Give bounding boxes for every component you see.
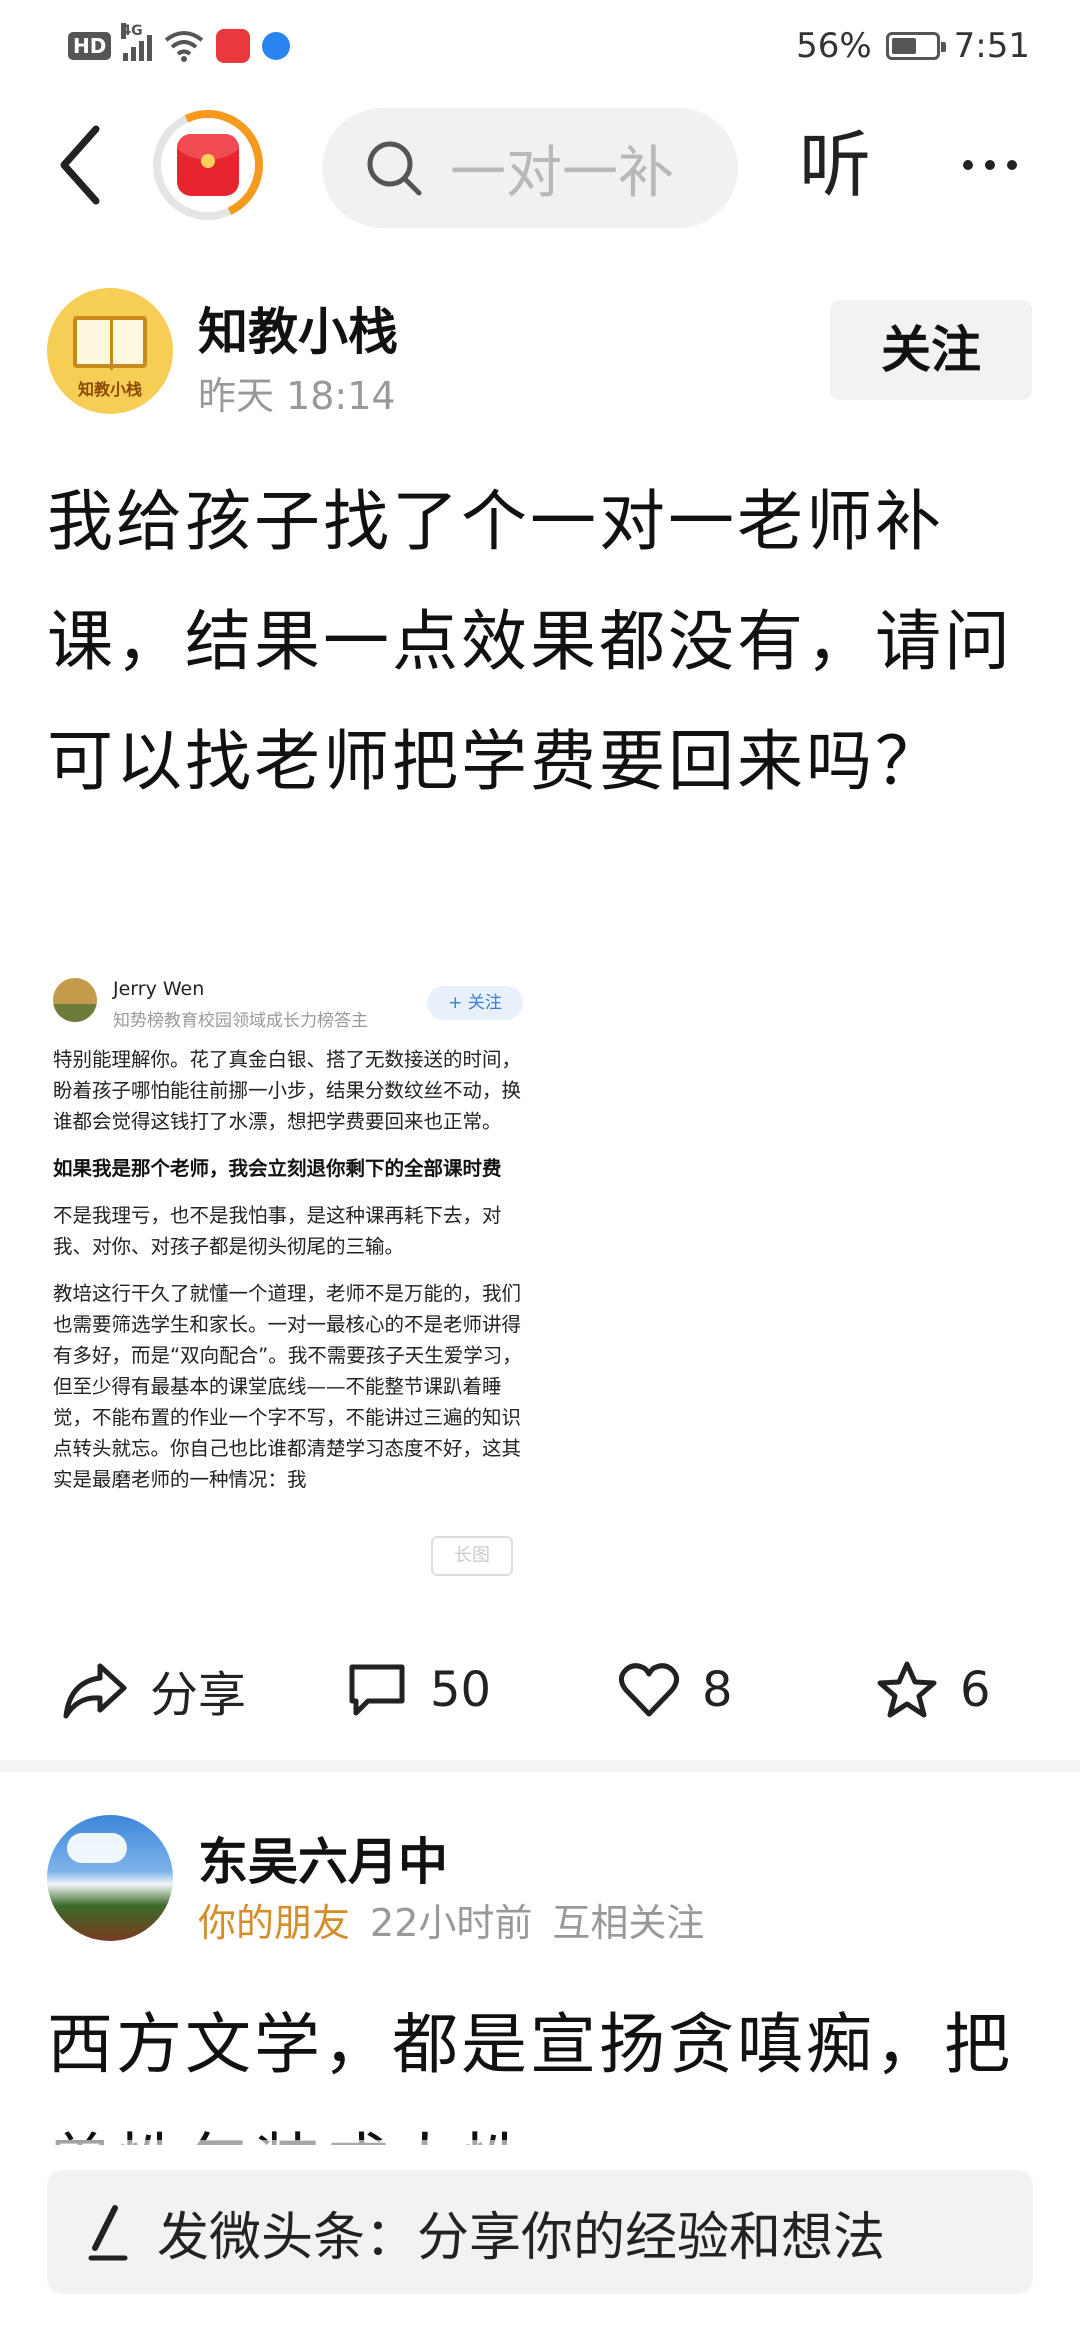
comment-icon (349, 1664, 405, 1716)
embedded-paragraph: 教培这行干久了就懂一个道理，老师不是万能的，我们也需要筛选学生和家长。一对一最核… (53, 1282, 522, 1491)
embedded-heading: 如果我是那个老师，我会立刻退你剩下的全部课时费 (53, 1157, 502, 1180)
author-name[interactable]: 东吴六月中 (198, 1822, 448, 1894)
author-avatar[interactable] (47, 1815, 173, 1941)
back-button[interactable] (40, 120, 120, 210)
app-notification-icon (262, 32, 291, 60)
pen-icon (88, 2205, 128, 2261)
heart-icon (618, 1663, 680, 1717)
mutual-follow-label: 互相关注 (552, 1901, 705, 1945)
comment-count: 50 (430, 1662, 492, 1718)
chevron-left-icon (60, 125, 100, 205)
post-time: 22小时前 (370, 1901, 533, 1945)
red-packet-icon (177, 134, 239, 196)
embedded-author-name: Jerry Wen (113, 978, 205, 1000)
battery-icon (885, 32, 946, 60)
like-count: 8 (702, 1662, 733, 1718)
comment-button[interactable]: 50 (346, 1640, 491, 1740)
book-icon (73, 316, 147, 370)
status-right: 56% 7:51 (796, 24, 1030, 68)
battery-level (891, 38, 916, 54)
compose-placeholder: 发微头条：分享你的经验和想法 (157, 2207, 886, 2268)
top-bar: 一对一补 听 (0, 94, 1080, 236)
more-options-button[interactable] (940, 120, 1040, 210)
post-meta: 你的朋友 22小时前 互相关注 (198, 1892, 704, 1947)
avatar-text: 知教小栈 (77, 380, 142, 399)
composer-area: 发微头条：分享你的经验和想法 (0, 2140, 1080, 2340)
favorite-count: 6 (960, 1662, 991, 1718)
search-input[interactable]: 一对一补 (322, 108, 738, 228)
embedded-author-subtitle: 知势榜教育校园领域成长力榜答主 (113, 1011, 368, 1031)
feed-divider (0, 1760, 1080, 1772)
status-bar: HD 4G 56% 7:51 (0, 0, 1080, 90)
star-icon (877, 1661, 937, 1718)
embedded-body: 特别能理解你。花了真金白银、搭了无数接送的时间，盼着孩子哪怕能往前挪一小步，结果… (53, 1044, 533, 1511)
embedded-avatar (53, 978, 97, 1022)
embedded-follow-badge: + 关注 (427, 986, 523, 1020)
battery-percent: 56% (796, 26, 872, 66)
embedded-paragraph: 不是我理亏，也不是我怕事，是这种课再耗下去，对我、对你、对孩子都是彻头彻尾的三输… (53, 1204, 502, 1258)
status-left: HD 4G (68, 23, 291, 66)
follow-button[interactable]: 关注 (830, 300, 1032, 400)
embedded-paragraph: 特别能理解你。花了真金白银、搭了无数接送的时间，盼着孩子哪怕能往前挪一小步，结果… (53, 1048, 522, 1133)
compose-post-button[interactable]: 发微头条：分享你的经验和想法 (47, 2170, 1033, 2294)
friend-label: 你的朋友 (198, 1901, 351, 1945)
long-image-watermark: 长图 (431, 1536, 513, 1576)
more-dot-icon (985, 160, 995, 170)
signal-icon: 4G (121, 23, 153, 61)
red-packet-button[interactable] (137, 94, 279, 236)
author-name[interactable]: 知教小栈 (198, 292, 398, 364)
network-type: 4G (121, 23, 143, 39)
more-dot-icon (1007, 160, 1017, 170)
post-title[interactable]: 我给孩子找了个一对一老师补课，结果一点效果都没有，请问可以找老师把学费要回来吗？ (47, 462, 1047, 822)
share-button[interactable]: 分享 (62, 1640, 246, 1740)
post-image[interactable]: Jerry Wen 知势榜教育校园领域成长力榜答主 + 关注 特别能理解你。花了… (47, 966, 537, 1616)
author-avatar[interactable]: 知教小栈 (47, 288, 173, 414)
listen-button[interactable]: 听 (790, 120, 880, 210)
wifi-icon (165, 31, 204, 62)
hd-badge: HD (68, 32, 112, 60)
like-button[interactable]: 8 (618, 1640, 733, 1740)
search-placeholder: 一对一补 (450, 140, 674, 206)
share-label: 分享 (150, 1667, 247, 1723)
search-icon (367, 141, 422, 196)
action-bar: 分享 50 8 6 (0, 1640, 1080, 1740)
clock: 7:51 (953, 26, 1030, 66)
post-title[interactable]: 西方文学，都是宣扬贪嗔痴，把兽性包装成人性 (47, 1985, 1047, 2145)
more-dot-icon (963, 160, 973, 170)
favorite-button[interactable]: 6 (876, 1640, 991, 1740)
post-time: 昨天 18:14 (198, 374, 396, 418)
huawei-mall-icon (216, 29, 251, 63)
share-icon (63, 1663, 127, 1719)
